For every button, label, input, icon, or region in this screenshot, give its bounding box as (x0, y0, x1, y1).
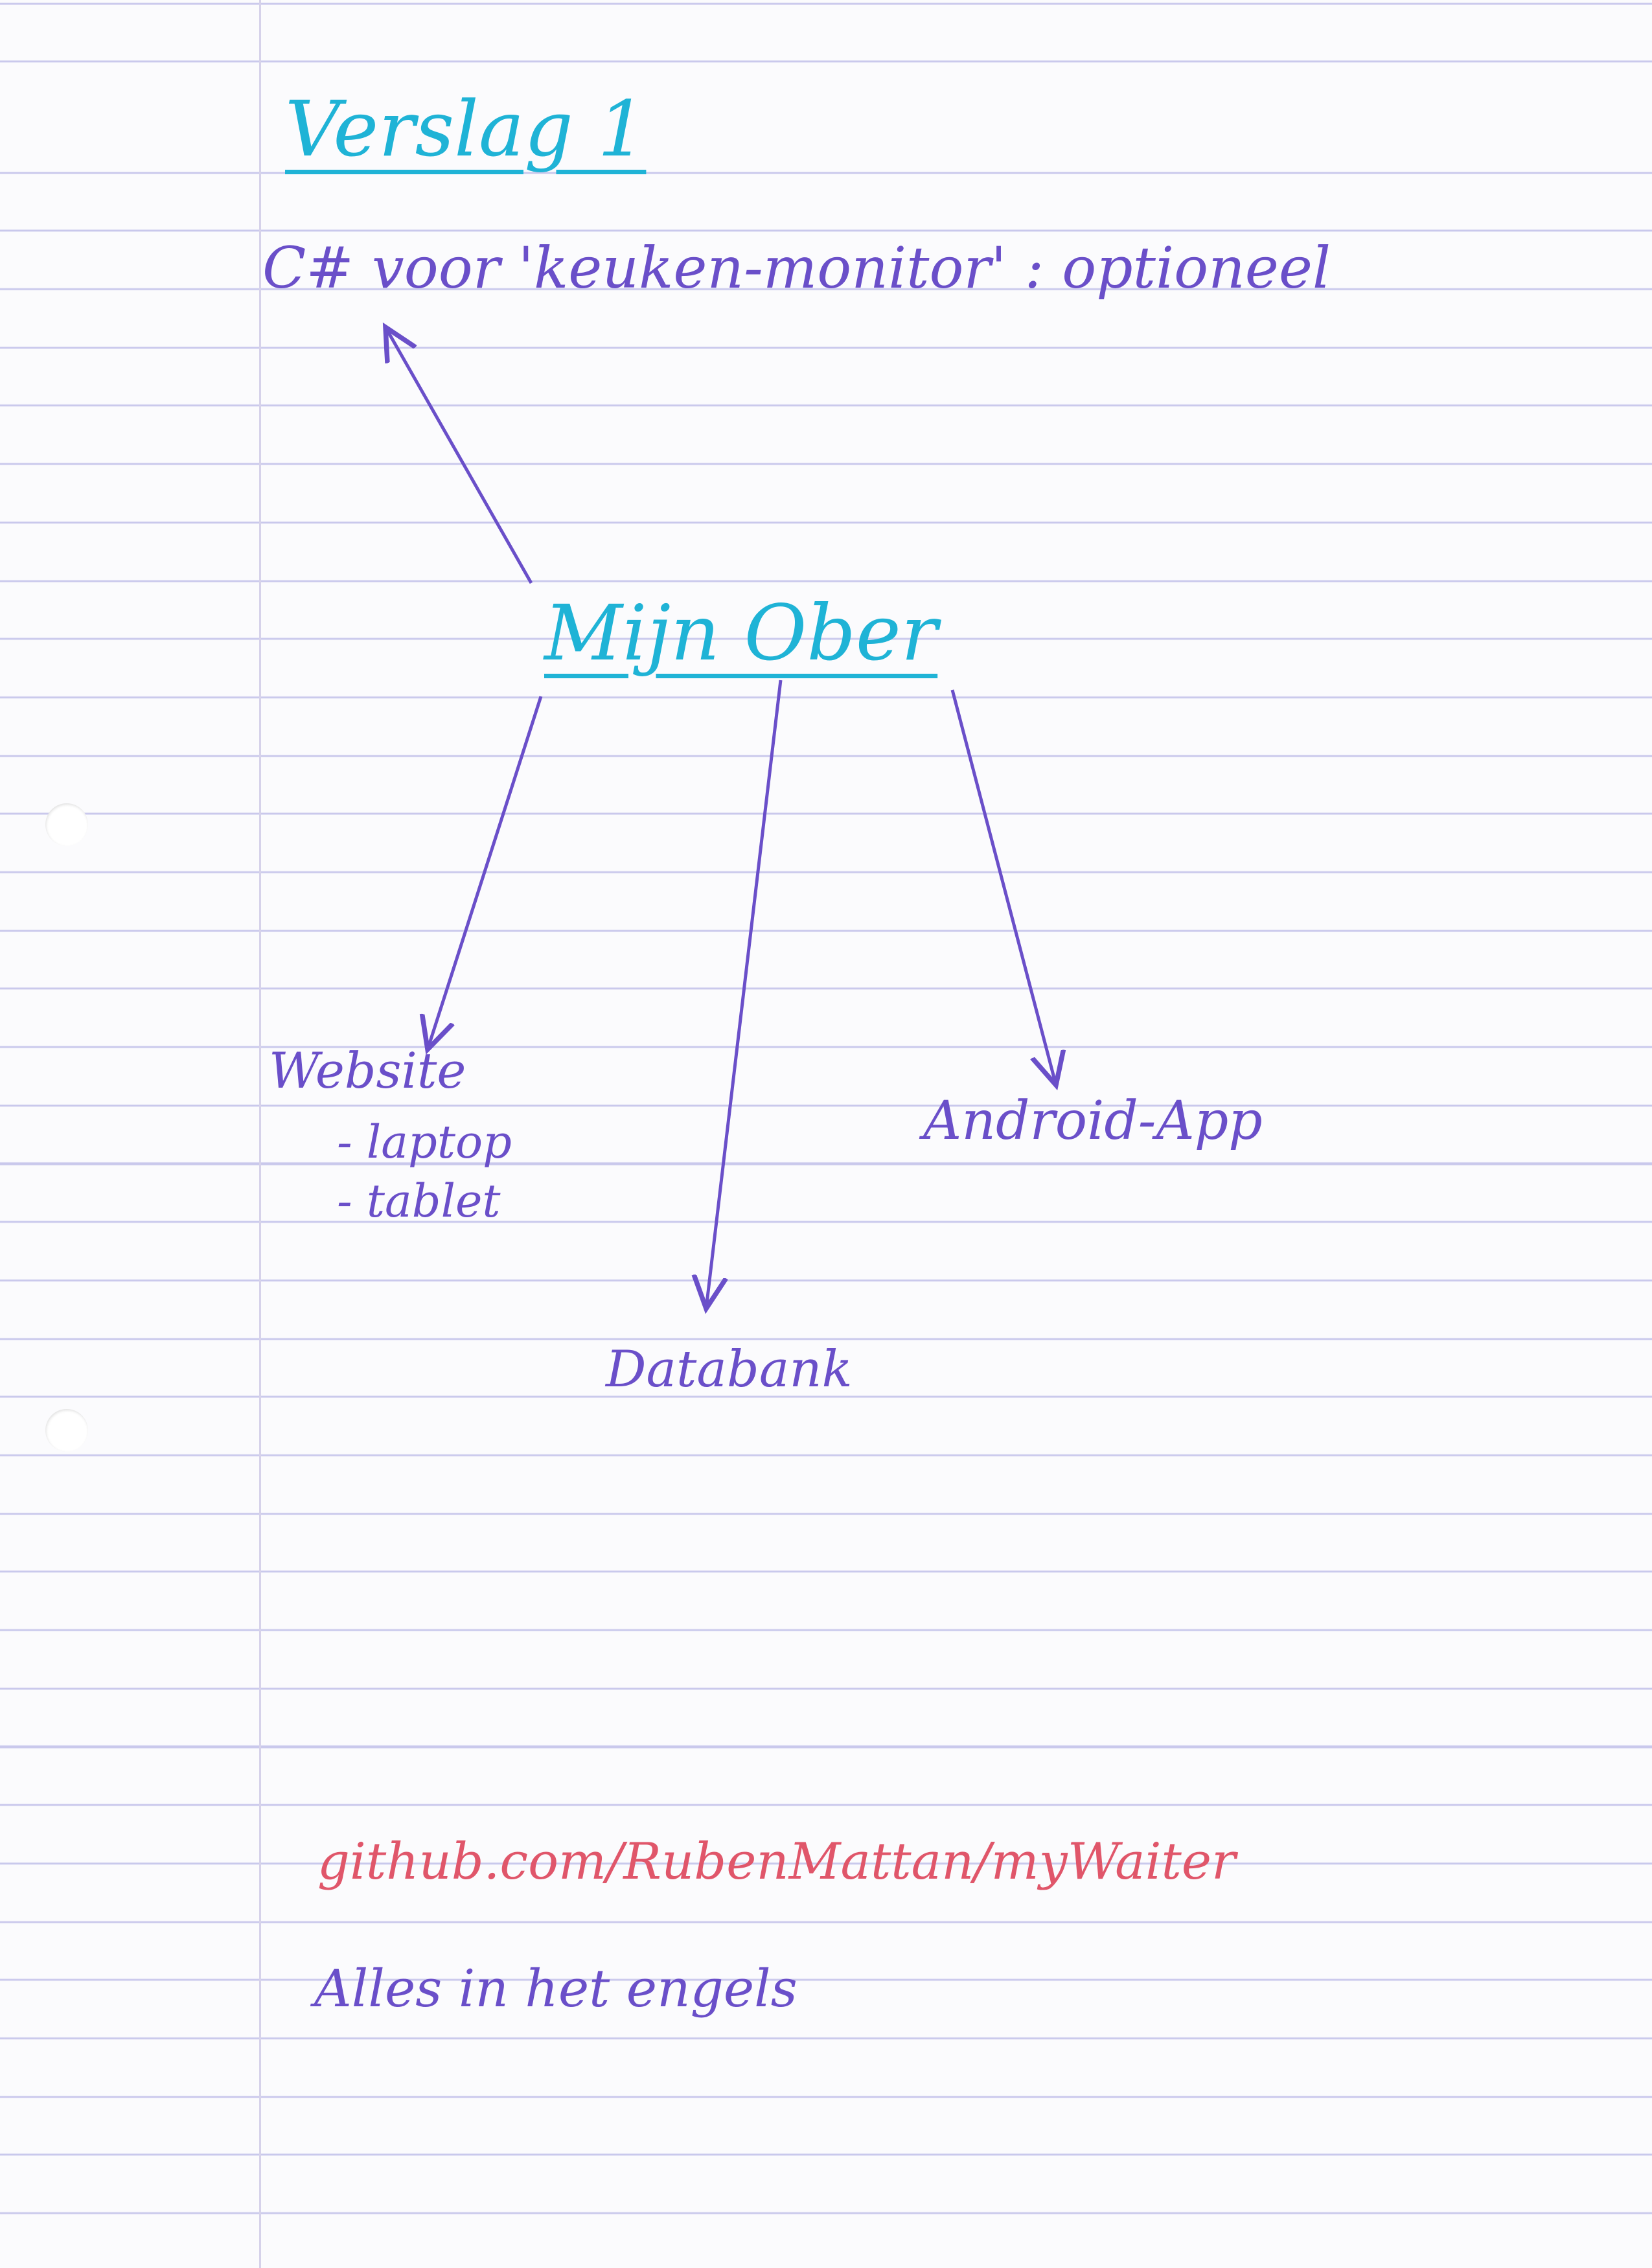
node-website: Website (269, 1042, 466, 1099)
language-note: Alles in het engels (314, 1958, 797, 2019)
csharp-note: C# voor 'keuken-monitor' : optioneel (262, 235, 1331, 301)
website-item-laptop: - laptop (337, 1116, 512, 1169)
github-link-text: github.com/RubenMattan/myWaiter (317, 1833, 1236, 1891)
node-database: Databank (606, 1340, 853, 1399)
page-title: Verslag 1 (285, 84, 647, 174)
website-item-tablet: - tablet (337, 1174, 501, 1228)
mind-map-arrows (0, 0, 1652, 2268)
notebook-page: Verslag 1 C# voor 'keuken-monitor' : opt… (0, 0, 1652, 2268)
arrow-to-database (706, 680, 783, 1309)
website-device-list: - laptop - tablet (337, 1113, 512, 1231)
arrow-to-android (950, 689, 1056, 1085)
node-android-app: Android-App (923, 1090, 1263, 1152)
arrow-to-csharp (385, 327, 533, 584)
arrow-to-website (428, 696, 543, 1049)
hub-title: Mijn Ober (544, 588, 938, 678)
